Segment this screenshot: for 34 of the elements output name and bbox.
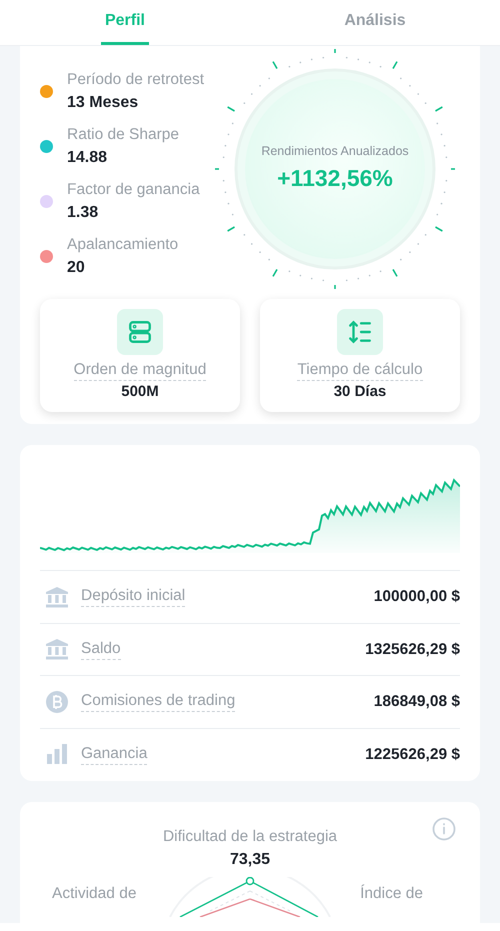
bank-icon xyxy=(45,584,69,609)
stat-label: Período de retrotest xyxy=(67,70,204,90)
balance-value: 186849,08 $ xyxy=(374,692,460,712)
sort-icon xyxy=(337,309,383,355)
stat-value: 14.88 xyxy=(67,148,108,168)
metric-label: Orden de magnitud xyxy=(74,360,206,381)
balance-value: 100000,00 $ xyxy=(374,587,460,608)
bar-chart-icon xyxy=(45,742,69,766)
bank-icon xyxy=(45,637,69,662)
difficulty-value: 73,35 xyxy=(230,850,270,870)
balance-value: 1325626,29 $ xyxy=(365,640,460,660)
tab[interactable]: Análisis xyxy=(340,0,410,45)
gauge-label: Rendimientos Anualizados xyxy=(261,143,409,160)
stat-value: 1.38 xyxy=(67,203,100,223)
balance-label: Ganancia xyxy=(81,744,148,765)
stat-value: 20 xyxy=(67,258,86,278)
gauge-value: +1132,56% xyxy=(277,164,393,194)
difficulty-title: Dificultad de la estrategia xyxy=(162,827,338,847)
balance-label: Saldo xyxy=(81,638,121,660)
stat-value: 13 Meses xyxy=(67,93,140,113)
metric-value: 30 Días xyxy=(334,382,386,402)
stat-label: Ratio de Sharpe xyxy=(67,125,180,145)
stat-label: Apalancamiento xyxy=(67,235,178,255)
metric-value: 500M xyxy=(121,382,159,402)
info-icon xyxy=(432,817,456,841)
stat-label: Factor de ganancia xyxy=(67,180,200,200)
bitcoin-icon xyxy=(45,690,69,714)
server-icon xyxy=(117,309,163,355)
balance-label: Depósito inicial xyxy=(81,586,186,608)
axis-label: Actividad de xyxy=(52,884,136,904)
metric-label: Tiempo de cálculo xyxy=(297,360,423,381)
balance-label: Comisiones de trading xyxy=(81,691,236,712)
balance-value: 1225626,29 $ xyxy=(365,744,460,765)
axis-label: Índice de xyxy=(360,884,423,904)
